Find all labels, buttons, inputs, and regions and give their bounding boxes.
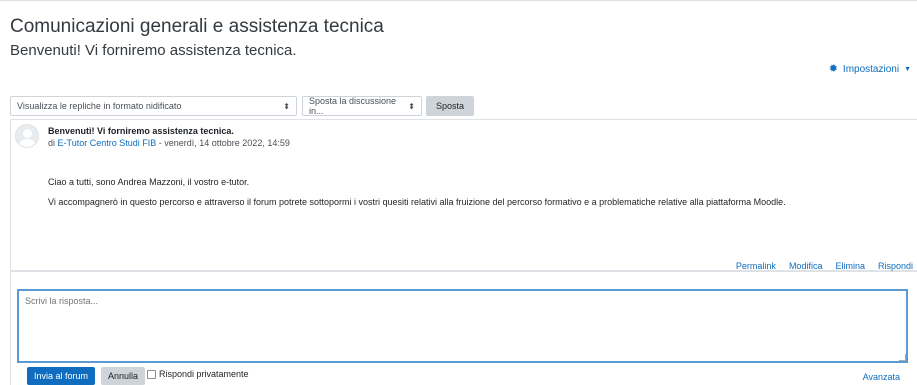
post-paragraph: Ciao a tutti, sono Andrea Mazzoni, il vo… — [48, 177, 250, 187]
gear-icon: ✹ — [828, 63, 838, 75]
settings-menu[interactable]: ✹ Impostazioni ▼ — [828, 63, 911, 76]
advanced-link[interactable]: Avanzata — [863, 372, 900, 382]
display-mode-value: Visualizza le repliche in formato nidifi… — [17, 101, 182, 111]
move-button[interactable]: Sposta — [426, 96, 475, 116]
delete-link[interactable]: Elimina — [835, 261, 865, 271]
private-reply-label: Rispondi privatamente — [159, 369, 249, 379]
page-title: Comunicazioni generali e assistenza tecn… — [10, 16, 384, 37]
permalink-link[interactable]: Permalink — [736, 261, 776, 271]
display-mode-select[interactable]: Visualizza le repliche in formato nidifi… — [10, 96, 297, 116]
post-actions: Permalink Modifica Elimina Rispondi — [736, 261, 913, 271]
post-author-link[interactable]: E-Tutor Centro Studi FIB — [58, 138, 157, 148]
post-meta: di E-Tutor Centro Studi FIB - venerdì, 1… — [48, 138, 290, 148]
discussion-title: Benvenuti! Vi forniremo assistenza tecni… — [10, 42, 297, 59]
avatar-head-shape — [23, 129, 32, 138]
reply-link[interactable]: Rispondi — [878, 261, 913, 271]
select-arrow-icon: ⬍ — [408, 101, 415, 111]
move-discussion-select[interactable]: Sposta la discussione in... ⬍ — [302, 96, 422, 116]
select-arrow-icon: ⬍ — [283, 101, 290, 111]
edit-link[interactable]: Modifica — [789, 261, 823, 271]
move-discussion-value: Sposta la discussione in... — [309, 96, 397, 116]
forum-post: Benvenuti! Vi forniremo assistenza tecni… — [10, 119, 917, 271]
top-divider — [0, 0, 917, 1]
post-date: - venerdì, 14 ottobre 2022, 14:59 — [158, 138, 290, 148]
post-paragraph: Vi accompagnerò in questo percorso e att… — [48, 197, 786, 207]
checkbox-icon[interactable] — [147, 369, 156, 379]
post-subject: Benvenuti! Vi forniremo assistenza tecni… — [48, 126, 234, 136]
resize-handle-icon[interactable] — [899, 354, 906, 361]
reply-textarea[interactable] — [17, 289, 908, 363]
avatar-body-shape — [19, 139, 36, 147]
chevron-down-icon: ▼ — [904, 66, 911, 73]
avatar — [15, 124, 39, 148]
cancel-button[interactable]: Annulla — [101, 367, 146, 385]
private-reply-checkbox[interactable]: Rispondi privatamente — [147, 369, 249, 379]
post-by-label: di — [48, 138, 56, 148]
submit-reply-button[interactable]: Invia al forum — [27, 367, 96, 385]
settings-label: Impostazioni — [842, 64, 900, 75]
